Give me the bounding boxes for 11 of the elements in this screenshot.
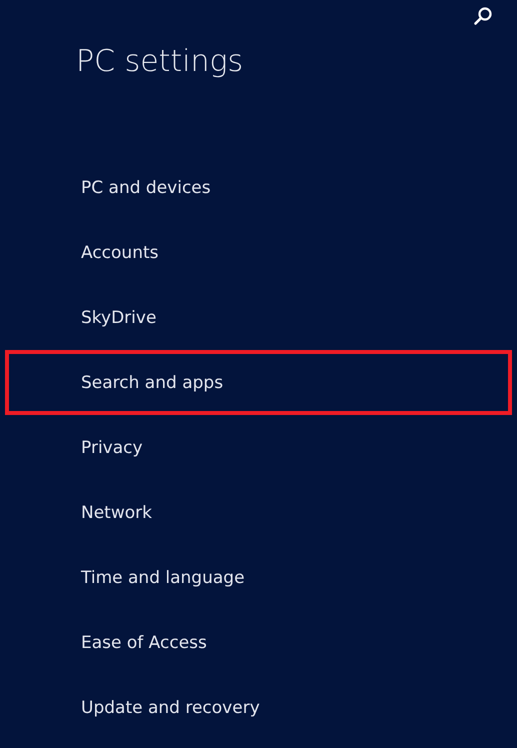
settings-item[interactable]: Search and apps [5,350,512,415]
page-title: PC settings [76,44,244,79]
settings-item[interactable]: Privacy [5,415,512,480]
settings-item[interactable]: Accounts [5,220,512,285]
settings-item[interactable]: SkyDrive [5,285,512,350]
settings-item[interactable]: Time and language [5,545,512,610]
settings-item[interactable]: Ease of Access [5,610,512,675]
settings-item[interactable]: Update and recovery [5,675,512,740]
search-icon[interactable] [473,6,493,26]
settings-item[interactable]: Network [5,480,512,545]
settings-item[interactable]: PC and devices [5,155,512,220]
